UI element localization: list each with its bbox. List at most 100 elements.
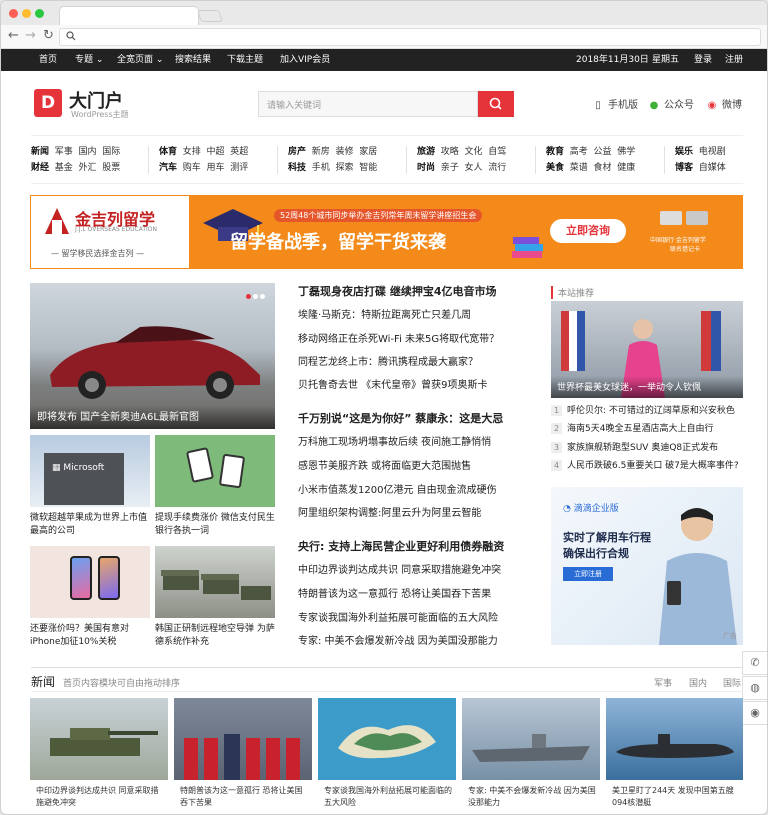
headline-3[interactable]: 央行: 支持上海民营企业更好利用债券融资: [298, 540, 504, 553]
topnav-topics[interactable]: 专题 ⌄: [75, 54, 103, 66]
news-item[interactable]: 移动网络正在杀死Wi-Fi 未来5G将取代宽带？: [298, 333, 499, 346]
topnav-search-results[interactable]: 搜索结果: [175, 54, 211, 66]
wechat-icon[interactable]: ◍: [742, 676, 767, 700]
cat-link[interactable]: 军事: [55, 147, 73, 157]
mobile-link[interactable]: ▯ 手机版: [591, 96, 638, 111]
topnav-fullwidth[interactable]: 全宽页面 ⌄: [117, 54, 163, 66]
cat-link[interactable]: 女排: [183, 147, 201, 157]
bottom-image-4[interactable]: [462, 698, 600, 780]
topnav-vip[interactable]: 加入VIP会员: [280, 54, 330, 66]
headline-2[interactable]: 千万别说“这是为你好” 蔡康永：这是大忌: [298, 412, 503, 425]
cat-link[interactable]: 教育: [546, 147, 564, 157]
cat-link[interactable]: 英超: [230, 147, 248, 157]
consult-button[interactable]: 立即咨询: [550, 219, 626, 243]
cat-link[interactable]: 新闻: [31, 147, 49, 157]
weibo-icon[interactable]: ◉: [742, 701, 767, 725]
recommend-item[interactable]: 3 家族旗舰轿跑型SUV 奥迪Q8正式发布: [551, 442, 718, 454]
browser-tab[interactable]: [59, 6, 199, 25]
thumb-image-2[interactable]: [155, 435, 275, 507]
cat-link[interactable]: 美食: [546, 163, 564, 173]
topnav-download[interactable]: 下载主题: [227, 54, 263, 66]
didi-ad[interactable]: ◔ 滴滴企业版 实时了解用车行程 确保出行合规 立即注册 广告: [551, 487, 743, 645]
thumb-image-4[interactable]: [155, 546, 275, 618]
recommend-item[interactable]: 2 海南5天4晚全五星酒店高大上自由行: [551, 423, 713, 435]
cat-link[interactable]: 家居: [359, 147, 377, 157]
news-item[interactable]: 同程艺龙终上市：腾讯携程成最大赢家？: [298, 356, 478, 369]
cat-link[interactable]: 房产: [288, 147, 306, 157]
bottom-caption-2[interactable]: 特朗普该为这一意孤行 恐将让美国吞下苦果: [180, 785, 308, 809]
news-item[interactable]: 中印边界谈判达成共识 同意采取措施避免冲突: [298, 564, 501, 577]
slider-dot[interactable]: [260, 294, 265, 299]
cat-link[interactable]: 手机: [312, 163, 330, 173]
new-tab-icon[interactable]: [197, 10, 223, 22]
cat-link[interactable]: 装修: [336, 147, 354, 157]
ad-banner[interactable]: 金吉列留学 J.J.L OVERSEAS EDUCATION — 留学移民选择金…: [30, 195, 743, 269]
search-button[interactable]: [478, 91, 514, 117]
cat-link[interactable]: 博客: [675, 163, 693, 173]
cat-link[interactable]: 国内: [79, 147, 97, 157]
cat-link[interactable]: 用车: [207, 163, 225, 173]
topnav-home[interactable]: 首页: [39, 54, 57, 66]
phone-icon[interactable]: ✆: [742, 651, 767, 675]
news-item[interactable]: 专家谈我国海外利益拓展可能面临的五大风险: [298, 612, 498, 625]
bottom-caption-3[interactable]: 专家谈我国海外利益拓展可能面临的五大风险: [324, 785, 452, 809]
bottom-image-2[interactable]: [174, 698, 312, 780]
address-bar[interactable]: [59, 28, 761, 46]
cat-link[interactable]: 亲子: [441, 163, 459, 173]
slider-dot[interactable]: [253, 294, 258, 299]
thumb-caption-1[interactable]: 微软超越苹果成为世界上市值最高的公司: [30, 512, 152, 538]
cat-link[interactable]: 基金: [55, 163, 73, 173]
bottom-caption-5[interactable]: 美卫星盯了244天 发现中国第五艘094核潜艇: [612, 785, 738, 809]
cat-link[interactable]: 智能: [359, 163, 377, 173]
cat-link[interactable]: 高考: [570, 147, 588, 157]
register-link[interactable]: 注册: [725, 54, 743, 66]
cat-link[interactable]: 公益: [594, 147, 612, 157]
search-input[interactable]: 请输入关键词: [258, 91, 478, 117]
thumb-image-3[interactable]: [30, 546, 150, 618]
cat-link[interactable]: 健康: [617, 163, 635, 173]
thumb-caption-2[interactable]: 提现手续费涨价 微信支付民生银行各执一词: [155, 512, 277, 538]
headline-1[interactable]: 丁磊现身夜店打碟 继续押宝4亿电音市场: [298, 285, 496, 298]
thumb-image-1[interactable]: ▦ Microsoft: [30, 435, 150, 507]
cat-link[interactable]: 娱乐: [675, 147, 693, 157]
slider-dot[interactable]: [246, 294, 251, 299]
wechat-link[interactable]: ● 公众号: [647, 96, 694, 111]
news-item[interactable]: 特朗普该为这一意孤行 恐将让美国吞下苦果: [298, 588, 491, 601]
cat-link[interactable]: 文化: [465, 147, 483, 157]
minimize-window-icon[interactable]: [22, 9, 31, 18]
news-item[interactable]: 贝托鲁奇去世 《末代皇帝》曾获9项奥斯卡: [298, 379, 488, 392]
site-logo-icon[interactable]: D: [34, 89, 62, 117]
news-item[interactable]: 小米市值蒸发1200亿港元 自由现金流成硬伤: [298, 484, 497, 497]
recommend-hero-image[interactable]: 世界杯最美女球迷，一举动令人钦佩: [551, 301, 743, 398]
forward-arrow-icon[interactable]: →: [25, 29, 36, 43]
news-item[interactable]: 感恩节美服齐跌 或将面临更大范围抛售: [298, 460, 471, 473]
cat-link[interactable]: 购车: [183, 163, 201, 173]
cat-link[interactable]: 外汇: [79, 163, 97, 173]
cat-link[interactable]: 自驾: [488, 147, 506, 157]
news-item[interactable]: 专家: 中美不会爆发新冷战 因为美国没那能力: [298, 635, 498, 648]
cat-link[interactable]: 体育: [159, 147, 177, 157]
cat-link[interactable]: 测评: [230, 163, 248, 173]
news-item[interactable]: 埃隆·马斯克：特斯拉距离死亡只差几周: [298, 309, 471, 322]
cat-link[interactable]: 新房: [312, 147, 330, 157]
cat-link[interactable]: 流行: [488, 163, 506, 173]
maximize-window-icon[interactable]: [35, 9, 44, 18]
cat-link[interactable]: 国际: [102, 147, 120, 157]
cat-link[interactable]: 中超: [207, 147, 225, 157]
cat-link[interactable]: 攻略: [441, 147, 459, 157]
cat-link[interactable]: 汽车: [159, 163, 177, 173]
slider-image[interactable]: 即将发布 国产全新奥迪A6L最新官图: [30, 283, 275, 429]
recommend-item[interactable]: 4 人民币跌破6.5重要关口 破7是大概率事件?: [551, 460, 739, 472]
news-item[interactable]: 万科施工现场坍塌事故后续 夜间施工静悄悄: [298, 436, 491, 449]
cat-link[interactable]: 电视剧: [699, 147, 726, 157]
reload-icon[interactable]: ↻: [43, 29, 54, 43]
bottom-image-1[interactable]: [30, 698, 168, 780]
back-arrow-icon[interactable]: ←: [8, 29, 19, 43]
cat-link[interactable]: 探索: [336, 163, 354, 173]
bottom-caption-1[interactable]: 中印边界谈判达成共识 同意采取措施避免冲突: [36, 785, 164, 809]
login-link[interactable]: 登录: [694, 54, 712, 66]
cat-link[interactable]: 科技: [288, 163, 306, 173]
recommend-item[interactable]: 1 呼伦贝尔: 不可错过的辽阔草原和兴安秋色: [551, 405, 735, 417]
cat-link[interactable]: 菜谱: [570, 163, 588, 173]
news-item[interactable]: 阿里组织架构调整:阿里云升为阿里云智能: [298, 507, 481, 520]
